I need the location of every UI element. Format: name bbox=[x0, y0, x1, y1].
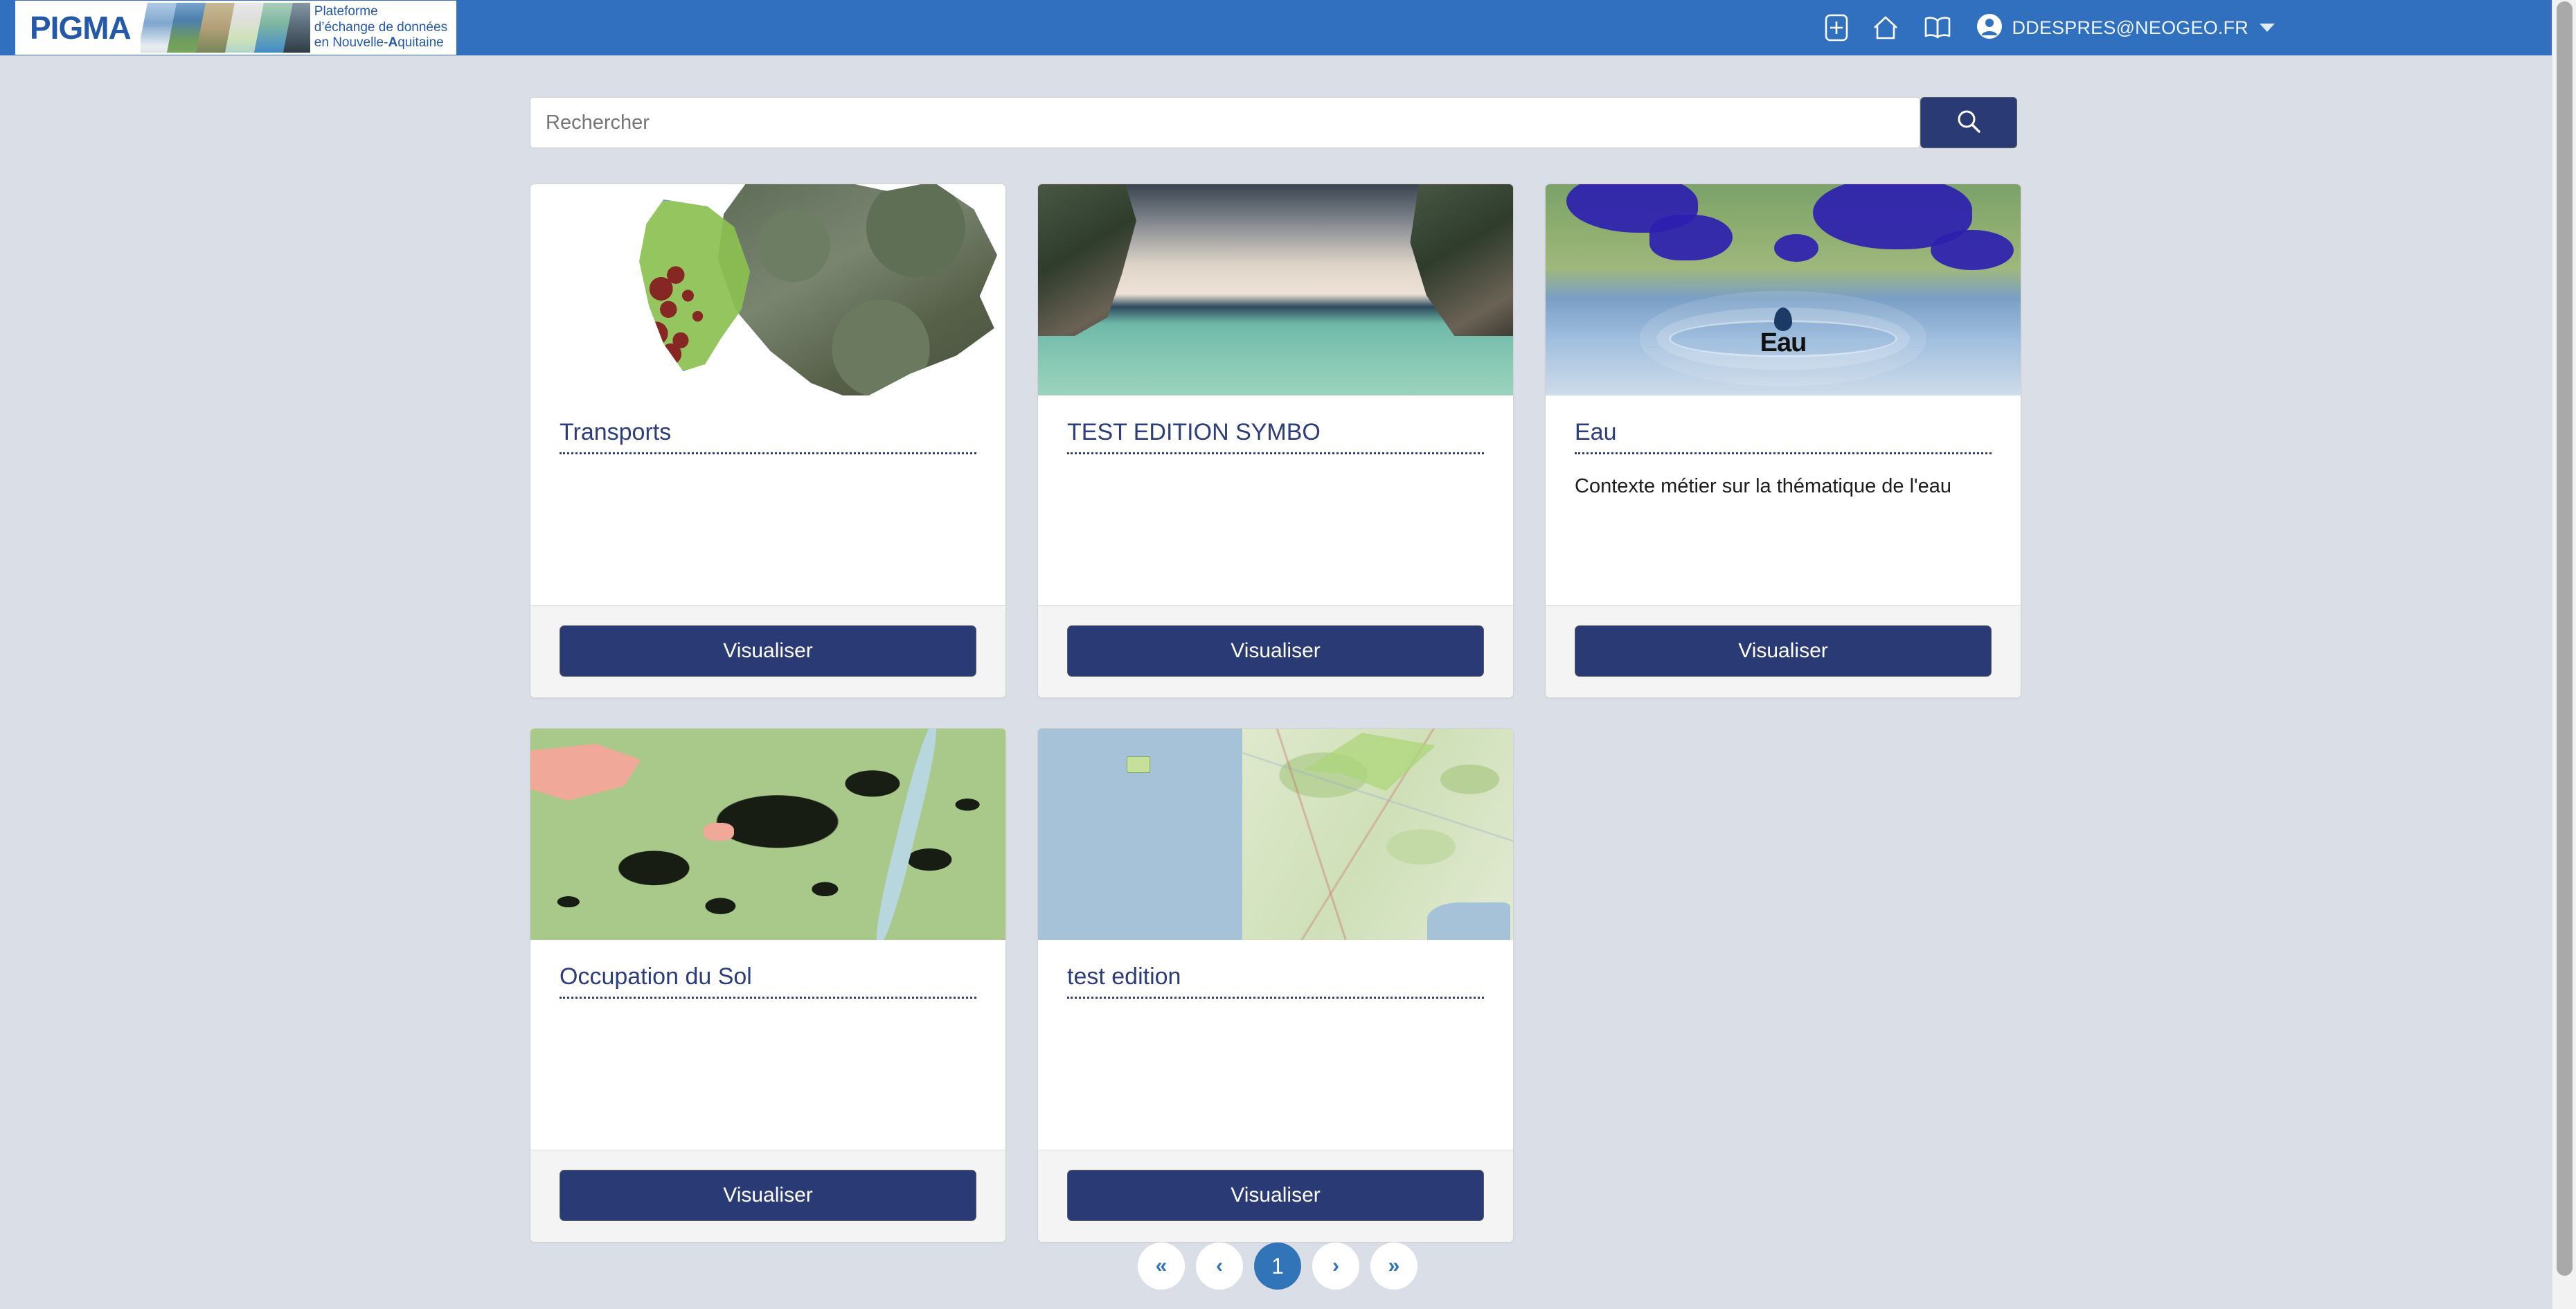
dataset-card[interactable]: test edition Visualiser bbox=[1037, 728, 1514, 1243]
vertical-scrollbar[interactable] bbox=[2552, 0, 2576, 1309]
user-circle-icon bbox=[1976, 12, 2003, 44]
logo-text: PIGMA bbox=[30, 10, 132, 46]
card-title: Eau bbox=[1575, 419, 1992, 455]
card-body: Occupation du Sol bbox=[530, 940, 1005, 1150]
visualiser-button[interactable]: Visualiser bbox=[1575, 625, 1992, 677]
card-body: TEST EDITION SYMBO bbox=[1038, 395, 1513, 605]
card-footer: Visualiser bbox=[530, 1150, 1005, 1242]
card-footer: Visualiser bbox=[1038, 1150, 1513, 1242]
card-thumbnail-eau: Eau bbox=[1546, 184, 2021, 395]
card-title: Occupation du Sol bbox=[560, 963, 976, 999]
search-button[interactable] bbox=[1920, 97, 2017, 148]
card-thumbnail-test-edition bbox=[1038, 729, 1513, 940]
card-title: test edition bbox=[1067, 963, 1484, 999]
scrollbar-thumb[interactable] bbox=[2557, 1, 2573, 1276]
card-description: Contexte métier sur la thématique de l'e… bbox=[1575, 475, 1951, 498]
dataset-card[interactable]: Occupation du Sol Visualiser bbox=[530, 728, 1006, 1243]
card-title: Transports bbox=[560, 419, 976, 455]
pagination-next-button[interactable]: › bbox=[1312, 1243, 1359, 1290]
card-footer: Visualiser bbox=[1546, 605, 2021, 697]
card-thumbnail-symbo bbox=[1038, 184, 1513, 395]
user-menu[interactable]: DDESPRES@NEOGEO.FR bbox=[1976, 12, 2275, 44]
card-body: Eau Contexte métier sur la thématique de… bbox=[1546, 395, 2021, 605]
dataset-card[interactable]: TEST EDITION SYMBO Visualiser bbox=[1037, 184, 1514, 698]
photo-strip-icon bbox=[140, 3, 310, 53]
pagination: « ‹ 1 › » bbox=[530, 1243, 2025, 1290]
search-input[interactable] bbox=[530, 97, 1920, 148]
search-bar bbox=[530, 97, 2017, 150]
visualiser-button[interactable]: Visualiser bbox=[1067, 1170, 1484, 1221]
pigma-logo[interactable]: PIGMA Plateforme d’échange de données en… bbox=[15, 1, 457, 55]
pagination-first-button[interactable]: « bbox=[1138, 1243, 1185, 1290]
home-icon[interactable] bbox=[1872, 15, 1899, 41]
header-actions: DDESPRES@NEOGEO.FR bbox=[1825, 12, 2275, 44]
chevron-down-icon bbox=[2260, 24, 2275, 32]
card-body: test edition bbox=[1038, 940, 1513, 1150]
pagination-prev-button[interactable]: ‹ bbox=[1196, 1243, 1243, 1290]
search-icon bbox=[1955, 107, 1983, 139]
card-thumbnail-occupation-du-sol bbox=[530, 729, 1005, 940]
card-footer: Visualiser bbox=[1038, 605, 1513, 697]
card-title: TEST EDITION SYMBO bbox=[1067, 419, 1484, 455]
user-email-label: DDESPRES@NEOGEO.FR bbox=[2012, 17, 2248, 38]
visualiser-button[interactable]: Visualiser bbox=[1067, 625, 1484, 677]
visualiser-button[interactable]: Visualiser bbox=[560, 1170, 976, 1221]
book-icon[interactable] bbox=[1923, 15, 1952, 40]
logo-wordmark: PIGMA bbox=[17, 3, 141, 53]
tagline-line-1: Plateforme bbox=[314, 4, 378, 19]
pagination-last-button[interactable]: » bbox=[1370, 1243, 1417, 1290]
dataset-card-grid: Transports Visualiser TEST EDITION SYMBO… bbox=[530, 184, 2025, 1272]
logo-tagline: Plateforme d’échange de données en Nouve… bbox=[310, 3, 455, 53]
app-header: PIGMA Plateforme d’échange de données en… bbox=[0, 0, 2552, 55]
visualiser-button[interactable]: Visualiser bbox=[560, 625, 976, 677]
dataset-card[interactable]: Eau Eau Contexte métier sur la thématiqu… bbox=[1545, 184, 2021, 698]
dataset-card[interactable]: Transports Visualiser bbox=[530, 184, 1006, 698]
pagination-page-1[interactable]: 1 bbox=[1254, 1243, 1301, 1290]
card-body: Transports bbox=[530, 395, 1005, 605]
add-icon[interactable] bbox=[1825, 14, 1848, 42]
card-thumbnail-transports bbox=[530, 184, 1005, 395]
card-footer: Visualiser bbox=[530, 605, 1005, 697]
tagline-line-2: d’échange de données bbox=[314, 19, 448, 35]
tagline-line-3: en Nouvelle-Aquitaine bbox=[314, 35, 444, 51]
